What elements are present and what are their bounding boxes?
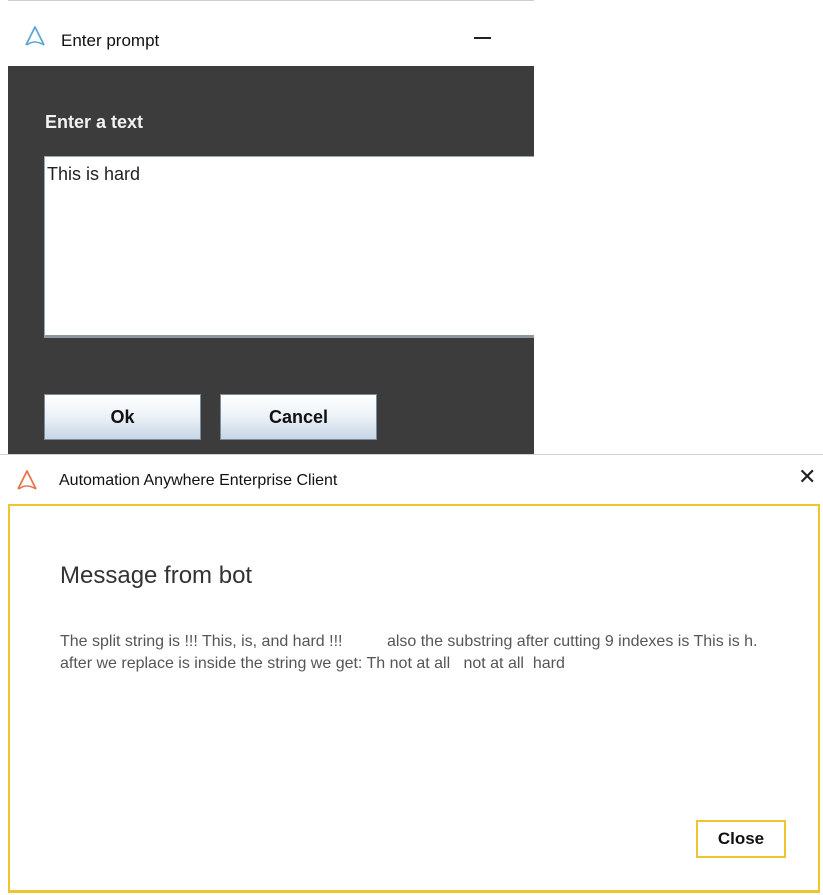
prompt-label: Enter a text [45,112,144,132]
cancel-button[interactable]: Cancel [220,394,377,440]
message-heading: Message from bot [60,562,253,589]
minimize-icon[interactable] [474,37,491,39]
close-button[interactable]: Close [696,820,786,858]
ok-button[interactable]: Ok [44,394,201,440]
message-text: The split string is !!! This, is, and ha… [60,633,823,672]
automation-anywhere-logo-icon [25,26,45,46]
prompt-titlebar: Enter prompt [8,0,534,66]
message-body: Message from bot The split string is !!!… [8,504,820,893]
automation-anywhere-logo-icon [17,470,37,490]
message-titlebar: Automation Anywhere Enterprise Client ✕ [0,454,823,503]
prompt-text-input[interactable]: This is hard [44,156,534,338]
message-window: Automation Anywhere Enterprise Client ✕ … [0,454,823,895]
prompt-window: Enter prompt Enter a text This is hard O… [8,0,534,454]
window-title: Enter prompt [61,31,160,50]
window-title: Automation Anywhere Enterprise Client [59,472,338,489]
close-icon[interactable]: ✕ [798,466,816,488]
